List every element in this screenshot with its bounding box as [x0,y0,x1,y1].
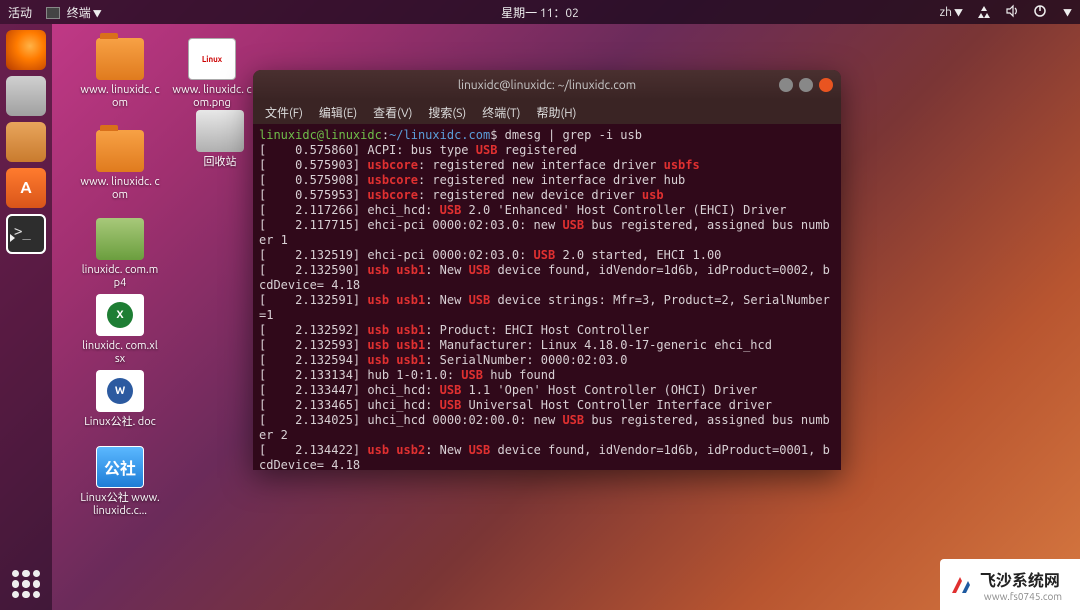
desktop-icon-xlsx[interactable]: Xlinuxidc. com.xlsx [80,294,160,366]
desktop-icon-folder1[interactable]: www. linuxidc. com [80,38,160,110]
desktop-icon-web[interactable]: 公社 Linux公社 www. linuxidc.c... [80,446,160,518]
dock-files[interactable] [6,122,46,162]
top-panel: 活动 终端▼ 星期一 11：02 zh▼ ▼ [0,0,1080,24]
desktop-icon-label: linuxidc. com.mp4 [80,264,160,290]
terminal-menu-item-3[interactable]: 搜索(S) [422,102,472,123]
desktop-icon-label: www. linuxidc. com.png [172,84,252,110]
desktop-icon-label: Linux公社 www. linuxidc.c... [80,492,160,518]
dock-software[interactable]: A [6,168,46,208]
trash-icon [196,110,244,152]
terminal-menu-item-5[interactable]: 帮助(H) [530,102,582,123]
show-applications-button[interactable] [12,570,40,598]
dock-camera[interactable] [6,76,46,116]
network-icon[interactable] [977,4,991,21]
desktop-icon-label: 回收站 [180,156,260,169]
imgfile-icon: Linux [188,38,236,80]
doc-icon: W [96,370,144,412]
folder-icon [96,130,144,172]
window-title: linuxidc@linuxidc: ~/linuxidc.com [458,79,636,92]
terminal-menu-item-4[interactable]: 终端(T) [476,102,526,123]
dock-terminal[interactable] [6,214,46,254]
window-titlebar[interactable]: linuxidc@linuxidc: ~/linuxidc.com [253,70,841,100]
desktop-icon-label: www. linuxidc. com [80,84,160,110]
volume-icon[interactable] [1005,4,1019,21]
terminal-icon [46,7,60,19]
desktop-icon-folder2[interactable]: www. linuxidc. com [80,130,160,202]
dock-firefox[interactable] [6,30,46,70]
system-menu-chevron[interactable]: ▼ [1063,6,1072,19]
chevron-down-icon: ▼ [93,9,102,19]
terminal-menu-item-0[interactable]: 文件(F) [259,102,309,123]
watermark-logo-icon [948,573,972,597]
video-icon [96,218,144,260]
desktop-icon-trash[interactable]: 回收站 [180,110,260,169]
dock: A [0,24,52,610]
clock[interactable]: 星期一 11：02 [501,4,579,21]
terminal-menu-item-1[interactable]: 编辑(E) [313,102,363,123]
desktop-icon-label: Linux公社. doc [80,416,160,429]
xlsx-icon: X [96,294,144,336]
terminal-menu-item-2[interactable]: 查看(V) [367,102,418,123]
desktop-icon-video[interactable]: linuxidc. com.mp4 [80,218,160,290]
desktop-icon-label: linuxidc. com.xlsx [80,340,160,366]
desktop-icon-label: www. linuxidc. com [80,176,160,202]
watermark-brand: 飞沙系统网 [980,567,1062,591]
window-minimize-button[interactable] [779,78,793,92]
terminal-menubar: 文件(F)编辑(E)查看(V)搜索(S)终端(T)帮助(H) [253,100,841,124]
input-method-indicator[interactable]: zh▼ [940,6,963,19]
desktop-icon-doc[interactable]: W Linux公社. doc [80,370,160,429]
webicon-icon: 公社 [96,446,144,488]
power-icon[interactable] [1033,4,1047,21]
terminal-window: linuxidc@linuxidc: ~/linuxidc.com 文件(F)编… [253,70,841,470]
terminal-output[interactable]: linuxidc@linuxidc:~/linuxidc.com$ dmesg … [253,124,841,470]
watermark-url: www.fs0745.com [984,591,1062,602]
activities-button[interactable]: 活动 [8,4,32,21]
running-indicator-icon [10,234,15,242]
active-app-indicator[interactable]: 终端▼ [46,4,102,21]
folder-icon [96,38,144,80]
window-close-button[interactable] [819,78,833,92]
desktop-icon-img1[interactable]: Linux www. linuxidc. com.png [172,38,252,110]
window-maximize-button[interactable] [799,78,813,92]
watermark: 飞沙系统网 www.fs0745.com [940,559,1080,610]
